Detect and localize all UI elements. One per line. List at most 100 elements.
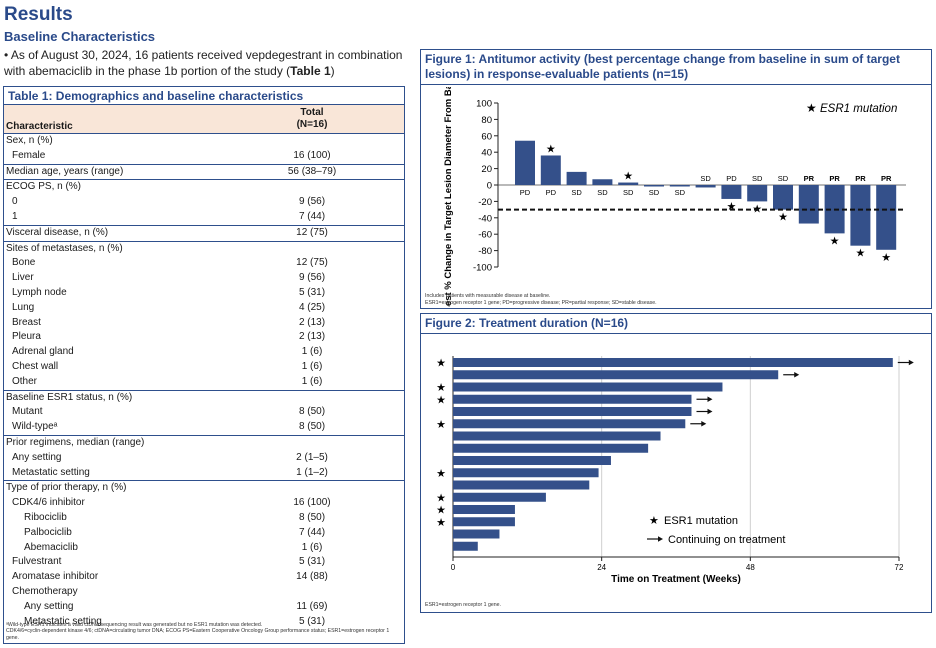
table-1-footnotes: ᵃWild-type ESR1 indicates a valid ctDNA … <box>6 622 401 642</box>
continuing-arrowhead-icon <box>707 396 713 403</box>
row-label: Chemotherapy <box>12 585 78 597</box>
table-row: Any setting 2 (1–5) <box>4 451 404 466</box>
waterfall-bar <box>592 179 613 185</box>
row-label: CDK4/6 inhibitor <box>12 497 85 509</box>
row-value: 7 (44) <box>298 210 326 222</box>
bullet-table-ref: Table 1 <box>290 64 331 78</box>
continuing-arrowhead-icon <box>707 408 713 415</box>
table-1-footnote: CDK4/6=cyclin-dependent kinase 4/6; ctDN… <box>6 628 390 641</box>
table-row: Liver 9 (56) <box>4 271 404 286</box>
duration-bar <box>453 505 515 514</box>
x-tick-label: 72 <box>895 563 904 572</box>
y-tick-label: 80 <box>481 115 492 126</box>
row-label: Metastatic setting <box>12 466 90 478</box>
esr1-star-icon: ★ <box>546 143 556 155</box>
table-1-title: Table 1: Demographics and baseline chara… <box>4 87 404 105</box>
row-label: Abemaciclib <box>24 541 78 553</box>
table-row: Aromatase inhibitor 14 (88) <box>4 570 404 585</box>
duration-bar <box>453 419 686 429</box>
row-value: 12 (75) <box>296 257 328 269</box>
row-value: 56 (38–79) <box>287 165 337 177</box>
duration-bar <box>453 517 515 527</box>
esr1-star-icon: ★ <box>436 382 446 394</box>
duration-bar <box>453 443 649 453</box>
row-label: Prior regimens, median (range) <box>6 436 145 448</box>
row-value: 5 (31) <box>298 286 326 298</box>
row-value: 16 (100) <box>293 497 331 509</box>
duration-bar <box>453 358 893 367</box>
intro-bullet: • As of August 30, 2024, 16 patients rec… <box>4 48 403 78</box>
y-tick-label: -60 <box>478 230 492 241</box>
esr1-star-icon: ★ <box>436 358 446 370</box>
row-value: 2 (13) <box>298 316 326 328</box>
row-value: 8 (50) <box>298 421 326 433</box>
esr1-star-icon: ★ <box>436 517 446 529</box>
row-label: Pleura <box>12 331 41 343</box>
x-tick-label: 48 <box>746 563 755 572</box>
table-row: Breast 2 (13) <box>4 316 404 331</box>
row-value: 5 (31) <box>298 556 326 568</box>
figure-2-footnote: ESR1=estrogen receptor 1 gene. <box>425 602 501 608</box>
y-tick-label: 100 <box>476 99 492 110</box>
column-header-total: Total (N=16) <box>287 107 337 131</box>
esr1-star-icon: ★ <box>623 171 633 183</box>
row-label: Visceral disease, n (%) <box>6 226 109 238</box>
duration-bar <box>453 529 500 539</box>
row-label: Fulvestrant <box>12 556 62 568</box>
figure-2-title: Figure 2: Treatment duration (N=16) <box>421 314 931 334</box>
esr1-star-icon: ★ <box>726 201 736 213</box>
x-axis-label: Time on Treatment (Weeks) <box>611 574 741 585</box>
response-label: PR <box>804 174 815 183</box>
row-label: Liver <box>12 272 34 284</box>
legend-star-label: ESR1 mutation <box>664 515 738 527</box>
y-tick-label: 40 <box>481 148 492 159</box>
row-value: 1 (1–2) <box>296 466 328 478</box>
esr1-star-icon: ★ <box>436 419 446 431</box>
waterfall-bar <box>515 140 535 185</box>
table-row: Metastatic setting 1 (1–2) <box>4 466 404 481</box>
row-label: Any setting <box>24 600 74 612</box>
table-row: Fulvestrant 5 (31) <box>4 555 404 570</box>
waterfall-chart: Best % Change in Target Lesion Diameter … <box>443 87 906 307</box>
row-label: Median age, years (range) <box>6 165 124 177</box>
row-value: 1 (6) <box>301 375 323 387</box>
duration-bar <box>453 468 599 478</box>
esr1-star-icon: ★ <box>830 235 840 247</box>
row-label: 1 <box>12 210 18 222</box>
response-label: PR <box>855 174 866 183</box>
figure-1-title: Figure 1: Antitumor activity (best perce… <box>421 50 931 85</box>
esr1-star-icon: ★ <box>436 468 446 480</box>
waterfall-bar <box>850 185 871 246</box>
legend-label: ESR1 mutation <box>820 103 897 115</box>
x-tick-label: 0 <box>451 563 456 572</box>
waterfall-bar <box>876 185 897 250</box>
y-tick-label: 0 <box>487 181 492 192</box>
response-label: SD <box>778 174 789 183</box>
row-label: Aromatase inhibitor <box>12 571 99 583</box>
table-row: Wild-typeᵃ 8 (50) <box>4 420 404 435</box>
row-value: 12 (75) <box>296 226 328 238</box>
column-header-total-line1: Total <box>300 107 324 118</box>
y-tick-label: 60 <box>481 131 492 142</box>
table-row: Adrenal gland 1 (6) <box>4 345 404 360</box>
figure-2-panel: Figure 2: Treatment duration (N=16) 0 24 4… <box>420 313 932 613</box>
response-label: SD <box>597 188 608 197</box>
bullet-text: As of August 30, 2024, 16 patients recei… <box>4 48 403 78</box>
row-value: 9 (56) <box>298 272 326 284</box>
row-label: Breast <box>12 316 41 328</box>
table-row: Baseline ESR1 status, n (%) <box>4 389 404 406</box>
response-label: PD <box>520 188 531 197</box>
duration-bar <box>453 456 611 465</box>
table-1-header: Characteristic Total (N=16) <box>4 105 404 134</box>
row-label: Any setting <box>12 451 62 463</box>
esr1-star-icon: ★ <box>436 492 446 504</box>
row-label: 0 <box>12 196 18 208</box>
response-label: SD <box>752 174 763 183</box>
row-value: 14 (88) <box>296 571 328 583</box>
swimmer-chart: 0 24 48 72Time on Treatment (Weeks)★★★★★★★★… <box>436 356 914 585</box>
row-label: Bone <box>12 257 36 269</box>
response-label: PR <box>829 174 840 183</box>
row-label: Baseline ESR1 status, n (%) <box>6 391 133 403</box>
figure-1-footnote: ESR1=estrogen receptor 1 gene; PD=progre… <box>425 300 657 306</box>
table-row: Other 1 (6) <box>4 375 404 390</box>
